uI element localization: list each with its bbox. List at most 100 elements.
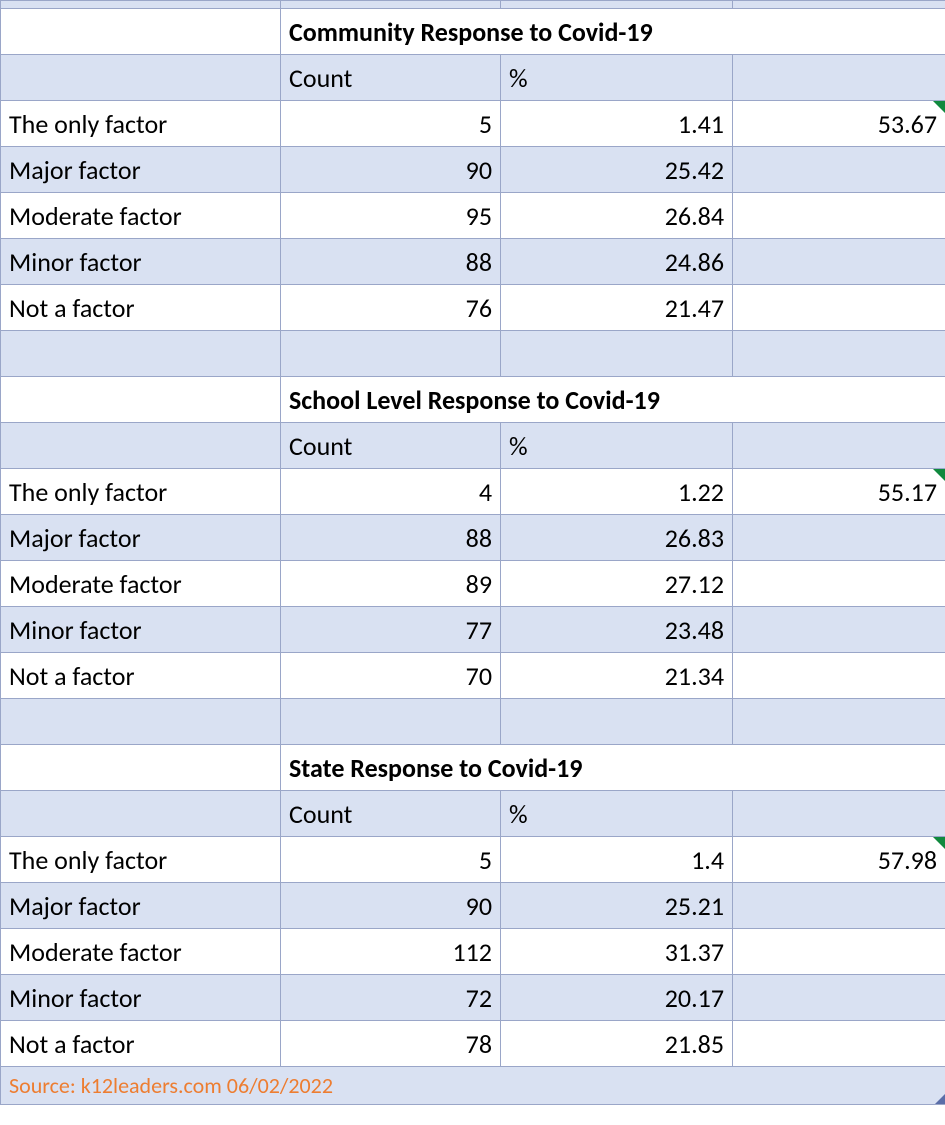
blank-cell[interactable] <box>1 55 281 101</box>
row-label[interactable]: The only factor <box>1 469 281 515</box>
blank-cell[interactable] <box>733 699 945 745</box>
count-cell[interactable]: 5 <box>281 837 501 883</box>
blank-cell[interactable] <box>733 653 945 699</box>
count-cell[interactable]: 89 <box>281 561 501 607</box>
blank-cell[interactable] <box>1 423 281 469</box>
blank-cell[interactable] <box>733 193 945 239</box>
row-label[interactable]: Moderate factor <box>1 929 281 975</box>
blank-cell[interactable] <box>733 929 945 975</box>
percent-cell[interactable]: 23.48 <box>501 607 733 653</box>
table-row: The only factor 4 1.22 55.17 <box>1 469 945 515</box>
percent-cell[interactable]: 21.34 <box>501 653 733 699</box>
row-label[interactable]: Not a factor <box>1 285 281 331</box>
count-cell[interactable]: 77 <box>281 607 501 653</box>
count-cell[interactable]: 72 <box>281 975 501 1021</box>
count-cell[interactable]: 70 <box>281 653 501 699</box>
percent-cell[interactable]: 27.12 <box>501 561 733 607</box>
source-text[interactable]: Source: k12leaders.com 06/02/2022 <box>1 1067 733 1105</box>
count-header[interactable]: Count <box>281 423 501 469</box>
row-label[interactable]: Minor factor <box>1 975 281 1021</box>
blank-cell[interactable] <box>733 331 945 377</box>
column-headers-row: Count % <box>1 423 945 469</box>
blank-cell[interactable] <box>733 883 945 929</box>
table-row: Major factor 90 25.42 <box>1 147 945 193</box>
blank-cell[interactable] <box>281 699 501 745</box>
table-row: Not a factor 78 21.85 <box>1 1021 945 1067</box>
blank-cell[interactable] <box>733 515 945 561</box>
row-label[interactable]: Moderate factor <box>1 193 281 239</box>
row-label[interactable]: Major factor <box>1 515 281 561</box>
blank-cell[interactable] <box>733 975 945 1021</box>
percent-cell[interactable]: 24.86 <box>501 239 733 285</box>
percent-cell[interactable]: 26.84 <box>501 193 733 239</box>
blank-cell[interactable] <box>733 607 945 653</box>
percent-header[interactable]: % <box>501 55 733 101</box>
blank-cell[interactable] <box>1 377 281 423</box>
percent-cell[interactable]: 25.42 <box>501 147 733 193</box>
summary-cell[interactable]: 57.98 <box>733 837 945 883</box>
summary-cell[interactable]: 55.17 <box>733 469 945 515</box>
row-label[interactable]: Not a factor <box>1 653 281 699</box>
blank-cell[interactable] <box>733 791 945 837</box>
blank-cell[interactable] <box>733 1021 945 1067</box>
blank-cell[interactable] <box>733 423 945 469</box>
percent-cell[interactable]: 1.41 <box>501 101 733 147</box>
table-row: Minor factor 72 20.17 <box>1 975 945 1021</box>
table-row: The only factor 5 1.4 57.98 <box>1 837 945 883</box>
section-title[interactable]: State Response to Covid-19 <box>281 745 945 791</box>
spacer-row <box>1 699 945 745</box>
count-cell[interactable]: 95 <box>281 193 501 239</box>
percent-cell[interactable]: 1.22 <box>501 469 733 515</box>
row-label[interactable]: The only factor <box>1 837 281 883</box>
count-cell[interactable]: 90 <box>281 883 501 929</box>
blank-cell[interactable] <box>733 285 945 331</box>
fill-handle-cell[interactable] <box>733 1067 945 1105</box>
percent-header[interactable]: % <box>501 423 733 469</box>
percent-cell[interactable]: 20.17 <box>501 975 733 1021</box>
percent-cell[interactable]: 21.85 <box>501 1021 733 1067</box>
count-cell[interactable]: 78 <box>281 1021 501 1067</box>
percent-cell[interactable]: 25.21 <box>501 883 733 929</box>
blank-cell[interactable] <box>501 699 733 745</box>
percent-cell[interactable]: 31.37 <box>501 929 733 975</box>
table-row: Major factor 88 26.83 <box>1 515 945 561</box>
section-title-row: Community Response to Covid-19 <box>1 9 945 55</box>
source-row: Source: k12leaders.com 06/02/2022 <box>1 1067 945 1105</box>
percent-cell[interactable]: 26.83 <box>501 515 733 561</box>
blank-cell[interactable] <box>1 331 281 377</box>
row-label[interactable]: Minor factor <box>1 607 281 653</box>
blank-cell[interactable] <box>733 147 945 193</box>
table-row: Minor factor 77 23.48 <box>1 607 945 653</box>
blank-cell[interactable] <box>733 561 945 607</box>
table-row: Minor factor 88 24.86 <box>1 239 945 285</box>
blank-cell[interactable] <box>733 55 945 101</box>
blank-cell[interactable] <box>733 239 945 285</box>
count-cell[interactable]: 88 <box>281 239 501 285</box>
row-label[interactable]: Not a factor <box>1 1021 281 1067</box>
section-title[interactable]: School Level Response to Covid-19 <box>281 377 945 423</box>
percent-header[interactable]: % <box>501 791 733 837</box>
blank-cell[interactable] <box>1 9 281 55</box>
percent-cell[interactable]: 1.4 <box>501 837 733 883</box>
count-cell[interactable]: 76 <box>281 285 501 331</box>
summary-cell[interactable]: 53.67 <box>733 101 945 147</box>
blank-cell[interactable] <box>1 745 281 791</box>
row-label[interactable]: Major factor <box>1 883 281 929</box>
count-header[interactable]: Count <box>281 791 501 837</box>
count-cell[interactable]: 4 <box>281 469 501 515</box>
row-label[interactable]: Minor factor <box>1 239 281 285</box>
count-cell[interactable]: 88 <box>281 515 501 561</box>
count-cell[interactable]: 5 <box>281 101 501 147</box>
row-label[interactable]: Major factor <box>1 147 281 193</box>
section-title[interactable]: Community Response to Covid-19 <box>281 9 945 55</box>
count-header[interactable]: Count <box>281 55 501 101</box>
blank-cell[interactable] <box>281 331 501 377</box>
row-label[interactable]: Moderate factor <box>1 561 281 607</box>
blank-cell[interactable] <box>1 699 281 745</box>
count-cell[interactable]: 112 <box>281 929 501 975</box>
blank-cell[interactable] <box>501 331 733 377</box>
count-cell[interactable]: 90 <box>281 147 501 193</box>
row-label[interactable]: The only factor <box>1 101 281 147</box>
percent-cell[interactable]: 21.47 <box>501 285 733 331</box>
blank-cell[interactable] <box>1 791 281 837</box>
